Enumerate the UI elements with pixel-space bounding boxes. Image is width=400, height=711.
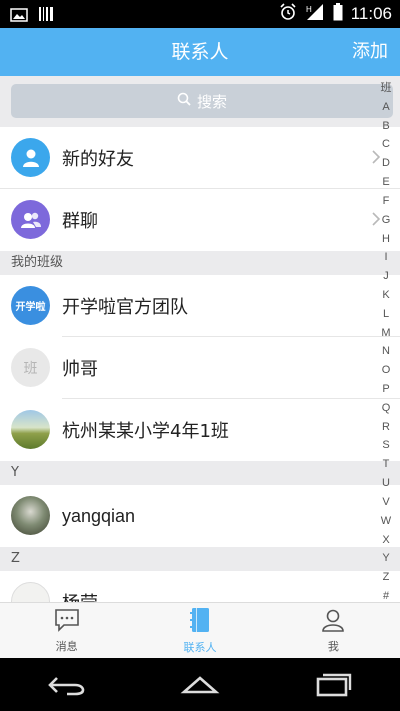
index-letter[interactable]: P	[382, 383, 389, 395]
list-item-label: 群聊	[62, 211, 98, 232]
index-letter[interactable]: I	[384, 251, 387, 263]
search-area: 搜索	[0, 76, 400, 127]
signal-icon: H	[305, 3, 325, 25]
index-letter[interactable]: G	[382, 214, 391, 226]
index-letter[interactable]: Q	[382, 402, 391, 414]
list-item-label: 帅哥	[62, 359, 98, 380]
system-nav-bar	[0, 658, 400, 711]
index-letter[interactable]: F	[383, 195, 390, 207]
add-button[interactable]: 添加	[352, 28, 388, 76]
tab-label: 消息	[55, 639, 78, 653]
index-letter[interactable]: 班	[381, 82, 392, 94]
avatar: 班	[11, 348, 50, 387]
tab-me[interactable]: 我	[267, 603, 400, 658]
search-placeholder: 搜索	[196, 92, 227, 111]
status-bar: H 11:06	[0, 0, 400, 28]
person-icon	[321, 608, 345, 636]
class-item[interactable]: 开学啦 开学啦官方团队	[0, 275, 400, 337]
index-letter[interactable]: L	[383, 308, 389, 320]
index-letter[interactable]: Z	[383, 571, 390, 583]
bottom-tab-bar: 消息 联系人 我	[0, 602, 400, 658]
alphabet-index[interactable]: 班 A B C D E F G H I J K L M N O P Q R S T U V W X Y Z #	[376, 82, 396, 602]
index-letter[interactable]: Y	[382, 552, 389, 564]
index-letter[interactable]: U	[382, 477, 390, 489]
tab-contacts[interactable]: 联系人	[133, 603, 266, 658]
search-input[interactable]: 搜索	[11, 84, 393, 118]
index-letter[interactable]: #	[383, 590, 389, 602]
index-letter[interactable]: O	[382, 364, 391, 376]
svg-text:H: H	[306, 5, 312, 14]
group-chat-item[interactable]: 群聊	[0, 189, 400, 251]
avatar-text: 班	[23, 360, 38, 377]
index-letter[interactable]: X	[382, 534, 389, 546]
contacts-list[interactable]: 新的好友 群聊 我的班级 开学啦 开学啦官方团队 班 帅哥 杭州某某小学4年1班…	[0, 127, 400, 602]
list-item-label: yangqian	[62, 505, 136, 526]
search-icon	[177, 92, 191, 110]
contact-item[interactable]: yangqian	[0, 485, 400, 547]
index-letter[interactable]: E	[382, 176, 389, 188]
status-time: 11:06	[350, 4, 392, 23]
section-header: 我的班级	[0, 251, 400, 275]
index-letter[interactable]: T	[383, 458, 390, 470]
app-header: 联系人 添加	[0, 28, 400, 76]
page-title: 联系人	[171, 41, 229, 63]
class-item[interactable]: 杭州某某小学4年1班	[0, 399, 400, 461]
list-item-label: 杨莹	[62, 589, 98, 602]
back-icon[interactable]	[37, 665, 97, 705]
index-letter[interactable]: J	[383, 270, 389, 282]
index-letter[interactable]: W	[381, 515, 391, 527]
contacts-book-icon	[189, 607, 211, 637]
index-letter[interactable]: C	[382, 138, 390, 150]
group-chat-icon	[11, 200, 50, 239]
avatar-logo-text: 开学啦	[15, 302, 46, 313]
index-letter[interactable]: H	[382, 233, 390, 245]
image-icon	[10, 7, 28, 26]
index-letter[interactable]: V	[382, 496, 389, 508]
index-letter[interactable]: B	[382, 120, 389, 132]
contact-item[interactable]: 杨莹	[0, 571, 400, 602]
index-letter[interactable]: S	[382, 439, 389, 451]
index-letter[interactable]: D	[382, 157, 390, 169]
new-friend-icon	[11, 138, 50, 177]
section-header: Y	[0, 461, 400, 485]
index-letter[interactable]: M	[381, 327, 390, 339]
list-item-label: 开学啦官方团队	[62, 297, 188, 318]
barcode-icon	[38, 6, 54, 26]
recent-apps-icon[interactable]	[303, 665, 363, 705]
class-item[interactable]: 班 帅哥	[0, 337, 400, 399]
avatar: 开学啦	[11, 286, 50, 325]
alarm-icon	[279, 3, 297, 25]
section-header: Z	[0, 547, 400, 571]
list-item-label: 杭州某某小学4年1班	[62, 421, 229, 442]
home-icon[interactable]	[170, 665, 230, 705]
index-letter[interactable]: A	[382, 101, 389, 113]
list-item-label: 新的好友	[62, 149, 134, 170]
battery-icon	[333, 3, 343, 25]
avatar	[11, 410, 50, 449]
avatar	[11, 496, 50, 535]
index-letter[interactable]: N	[382, 345, 390, 357]
index-letter[interactable]: R	[382, 421, 390, 433]
tab-label: 我	[327, 639, 339, 653]
tab-label: 联系人	[183, 640, 217, 654]
message-icon	[54, 608, 80, 636]
avatar	[11, 582, 50, 602]
index-letter[interactable]: K	[382, 289, 389, 301]
new-friends-item[interactable]: 新的好友	[0, 127, 400, 189]
tab-messages[interactable]: 消息	[0, 603, 133, 658]
